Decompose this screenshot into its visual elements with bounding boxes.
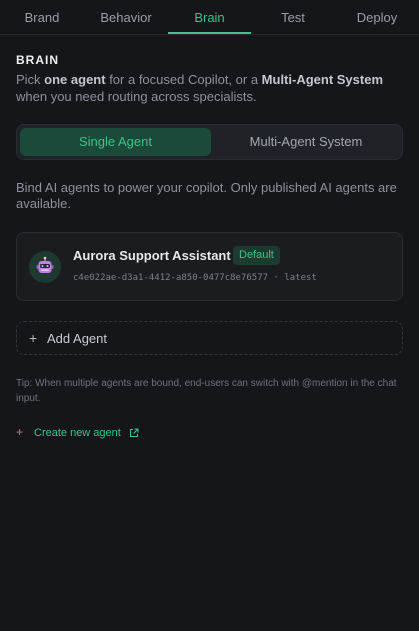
robot-icon xyxy=(36,256,54,273)
external-link-icon xyxy=(129,428,139,438)
intro-text: when you need routing across specialists… xyxy=(16,89,257,104)
intro-text: for a focused Copilot, or a xyxy=(105,72,262,87)
intro-emphasis-one-agent: one agent xyxy=(44,72,106,87)
plus-icon: + xyxy=(29,330,38,346)
add-agent-button[interactable]: + Add Agent xyxy=(16,321,403,355)
agent-name: Aurora Support Assistant xyxy=(73,248,231,263)
intro-text: Pick xyxy=(16,72,45,87)
tab-brain[interactable]: Brain xyxy=(168,0,251,35)
bind-description: Bind AI agents to power your copilot. On… xyxy=(16,180,397,211)
plus-icon: + xyxy=(16,425,24,439)
tab-bar: Brand Behavior Brain Test Deploy xyxy=(0,0,419,35)
agent-avatar xyxy=(29,251,61,283)
mode-segmented-control: Single Agent Multi-Agent System xyxy=(16,124,403,160)
mode-multi-agent-system[interactable]: Multi-Agent System xyxy=(213,128,399,156)
create-new-agent-label: Create new agent xyxy=(34,427,121,439)
intro-emphasis-multi-agent: Multi-Agent System xyxy=(261,72,384,87)
tab-deploy[interactable]: Deploy xyxy=(335,0,419,35)
section-intro: Pick one agent for a focused Copilot, or… xyxy=(16,71,406,105)
section-title: BRAIN xyxy=(16,53,59,67)
tab-test[interactable]: Test xyxy=(251,0,335,35)
add-agent-label: Add Agent xyxy=(47,331,107,346)
tip-text: Tip: When multiple agents are bound, end… xyxy=(16,378,397,404)
mode-single-agent[interactable]: Single Agent xyxy=(20,128,211,156)
agent-id-version: c4e022ae-d3a1-4412-a850-0477c8e76577 · l… xyxy=(73,273,317,283)
active-tab-indicator xyxy=(168,32,251,34)
tab-behavior[interactable]: Behavior xyxy=(84,0,168,35)
agent-card[interactable]: Aurora Support Assistant Default c4e022a… xyxy=(16,232,403,301)
tab-brand[interactable]: Brand xyxy=(0,0,84,35)
default-badge: Default xyxy=(233,246,280,265)
